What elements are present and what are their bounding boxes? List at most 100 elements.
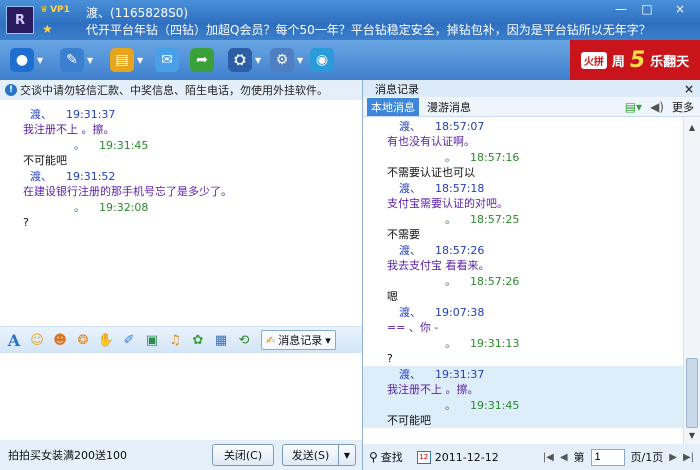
chevron-down-icon[interactable]: ▼ <box>137 56 143 65</box>
font-icon[interactable]: A <box>4 330 24 350</box>
scroll-thumb[interactable] <box>686 358 698 428</box>
search-icon[interactable]: ⚲ <box>369 450 378 464</box>
main-toolbar: ● ▼ ✎ ▼ ▤ ▼ ✉ ➦ ⛭ ▼ ⚙ ▼ ◉ 火拼 周 5 乐翻天 <box>0 40 700 80</box>
chevron-down-icon[interactable]: ▼ <box>87 56 93 65</box>
message-time: 18:57:26 <box>470 274 520 288</box>
prev-page-icon[interactable]: ◀ <box>560 452 568 463</box>
message-time: 18:57:07 <box>435 119 485 133</box>
sender-name: 。 <box>445 151 456 164</box>
toolbar-remote[interactable]: ⛭ ▼ <box>228 46 261 74</box>
send-button[interactable]: 发送(S) <box>282 444 338 466</box>
toolbar-voice[interactable]: ✎ ▼ <box>60 46 93 74</box>
close-button[interactable]: 关闭(C) <box>212 444 274 466</box>
message: 渡、 19:31:37 我注册不上 。擦。 <box>363 366 683 397</box>
toolbar-webcam[interactable]: ● ▼ <box>10 46 43 74</box>
send-picture-icon[interactable]: ⟲ <box>234 330 254 350</box>
chevron-down-icon[interactable]: ▼ <box>297 56 303 65</box>
send-options-button[interactable]: ▼ <box>338 444 356 466</box>
message-meta: 渡、 19:31:52 <box>0 168 362 184</box>
toolbar-mail[interactable]: ✉ <box>155 46 179 74</box>
voice-message-icon[interactable]: ✋ <box>96 330 116 350</box>
message: 渡、 18:57:18 支付宝需要认证的对吧。 <box>363 180 683 211</box>
message-text: 支付宝需要认证的对吧。 <box>387 197 508 210</box>
history-footer: ⚲ 查找 12 2011-12-12 |◀ ◀ 第 页/1页 ▶ ▶| <box>363 444 700 470</box>
send-file-icon: ➦ <box>190 48 214 72</box>
message-time: 19:31:37 <box>66 107 116 121</box>
picture-icon[interactable]: ▦ <box>211 330 231 350</box>
message-time: 18:57:25 <box>470 212 520 226</box>
scroll-down-icon[interactable]: ▼ <box>684 428 700 442</box>
title-bar: R ♛ VP1 ★ 渡、(1165828S0) 代开平台年钻（四钻）加超Q会员？每… <box>0 0 700 40</box>
message-text: 不可能吧 <box>23 154 67 167</box>
sender-name: 渡、 <box>399 368 421 381</box>
chevron-down-icon[interactable]: ▼ <box>37 56 43 65</box>
ad-tag: 火拼 <box>580 51 607 69</box>
history-tabs: 本地消息 漫游消息 ▤▾ ◀) 更多 <box>363 97 700 117</box>
history-tools: ▤▾ ◀) 更多 <box>625 99 700 115</box>
toolbar-file[interactable]: ▤ ▼ <box>110 46 143 74</box>
contact-avatar[interactable]: R <box>6 6 34 34</box>
sender-name: 。 <box>445 275 456 288</box>
calendar-icon[interactable]: 12 <box>416 450 431 464</box>
next-page-icon[interactable]: ▶ <box>669 452 677 463</box>
screenshot-icon[interactable]: ▣ <box>142 330 162 350</box>
chat-display[interactable]: 渡、 19:31:37 我注册不上 。擦。。 19:31:45 不可能吧 渡、 19:31:… <box>0 100 362 326</box>
message: 。 19:32:08? <box>0 199 362 230</box>
message-time: 19:32:08 <box>99 200 149 214</box>
toolbar-browser[interactable]: ◉ <box>310 46 334 74</box>
more-button[interactable]: 更多 <box>672 99 694 115</box>
first-page-icon[interactable]: |◀ <box>543 452 554 463</box>
message: 渡、 19:31:37 我注册不上 。擦。 <box>0 106 362 137</box>
message-time: 18:57:18 <box>435 181 485 195</box>
remote-assist-icon: ⛭ <box>228 48 252 72</box>
window-controls: — □ × <box>608 0 700 18</box>
history-date[interactable]: 2011-12-12 <box>435 451 499 464</box>
gift-icon[interactable]: ✿ <box>188 330 208 350</box>
sender-name: 。 <box>74 139 85 152</box>
message-text: 在建设银行注册的那手机号忘了是多少了。 <box>23 185 232 198</box>
tab-local-messages[interactable]: 本地消息 <box>367 97 419 116</box>
scribble-icon[interactable]: ✐ <box>119 330 139 350</box>
mail-icon: ✉ <box>155 48 179 72</box>
promo-link[interactable]: 拍拍买女装满200送100 <box>8 447 208 463</box>
history-scrollbar[interactable]: ▲ ▼ <box>683 118 700 444</box>
webcam-icon: ● <box>10 48 34 72</box>
message-meta: 渡、 18:57:18 <box>363 180 683 196</box>
music-icon[interactable]: ♫ <box>165 330 185 350</box>
last-page-icon[interactable]: ▶| <box>683 452 694 463</box>
message: 。 18:57:16 不需要认证也可以 <box>363 149 683 180</box>
sender-name: 。 <box>445 213 456 226</box>
ad-banner[interactable]: 火拼 周 5 乐翻天 <box>570 40 700 80</box>
message: 。 18:57:25 不需要 <box>363 211 683 242</box>
emoticon-icon[interactable]: ☺ <box>27 330 47 350</box>
shake-icon[interactable]: ❂ <box>73 330 93 350</box>
page-number-input[interactable] <box>590 448 625 466</box>
close-history-icon[interactable]: × <box>684 82 694 96</box>
toolbar-send-file[interactable]: ➦ <box>190 46 214 74</box>
contact-signature: 代开平台年钻（四钻）加超Q会员？每个50一年？平台钻稳定安全，掉钻包补，因为是平… <box>86 23 651 37</box>
message-input[interactable] <box>0 353 362 440</box>
sender-name: 渡、 <box>30 108 52 121</box>
tab-roaming-messages[interactable]: 漫游消息 <box>423 98 475 116</box>
message-text: 不可能吧 <box>387 414 431 427</box>
magic-emoticon-icon[interactable]: ☻ <box>50 330 70 350</box>
message-manager-icon[interactable]: ▤▾ <box>625 100 642 114</box>
message-text: 我注册不上 。擦。 <box>387 383 479 396</box>
message-text: 有也没有认证啊。 <box>387 135 475 148</box>
minimize-button[interactable]: — <box>608 0 634 18</box>
speaker-icon[interactable]: ◀) <box>650 100 664 114</box>
sender-name: 渡、 <box>399 244 421 257</box>
message-time: 19:31:45 <box>470 398 520 412</box>
maximize-button[interactable]: □ <box>634 0 660 18</box>
message: 。 19:31:45 不可能吧 <box>0 137 362 168</box>
chevron-down-icon[interactable]: ▼ <box>255 56 261 65</box>
folder-icon: ▤ <box>110 48 134 72</box>
sender-name: 渡、 <box>399 306 421 319</box>
message-history-button[interactable]: ✍ 消息记录 ▾ <box>261 330 336 350</box>
scroll-up-icon[interactable]: ▲ <box>684 120 700 134</box>
search-button[interactable]: 查找 <box>381 449 403 465</box>
history-list[interactable]: 渡、 18:57:07 有也没有认证啊。。 18:57:16 不需要认证也可以 渡、 18:… <box>363 118 683 444</box>
toolbar-apps[interactable]: ⚙ ▼ <box>270 46 303 74</box>
vip-badge[interactable]: ♛ VP1 <box>40 5 70 15</box>
close-window-button[interactable]: × <box>660 0 700 18</box>
